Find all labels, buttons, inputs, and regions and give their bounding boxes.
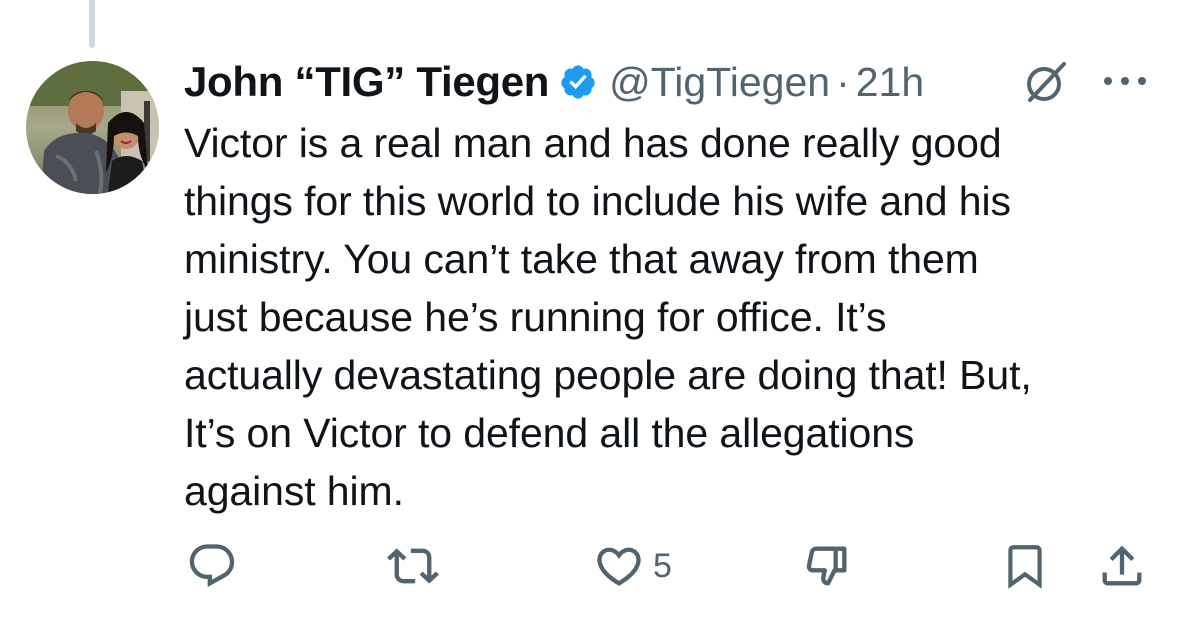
display-name[interactable]: John “TIG” Tiegen bbox=[184, 58, 549, 106]
thread-connector-line bbox=[89, 0, 95, 48]
grok-icon[interactable] bbox=[1022, 58, 1070, 106]
tweet-text: Victor is a real man and has done really… bbox=[184, 120, 1032, 514]
tweet-timestamp[interactable]: 21h bbox=[856, 59, 924, 106]
share-icon bbox=[1102, 545, 1142, 586]
share-button[interactable] bbox=[1096, 538, 1148, 594]
more-options-icon[interactable] bbox=[1100, 68, 1150, 94]
bookmark-icon bbox=[1008, 545, 1042, 589]
reply-button[interactable] bbox=[186, 538, 238, 594]
avatar[interactable] bbox=[26, 61, 159, 194]
retweet-icon bbox=[387, 548, 439, 584]
like-count: 5 bbox=[653, 546, 672, 585]
verified-badge-icon[interactable] bbox=[559, 63, 597, 101]
tweet-header: John “TIG” Tiegen @TigTiegen · 21h bbox=[184, 52, 924, 112]
tweet-actions-bar: 5 bbox=[0, 538, 1179, 594]
dislike-button[interactable] bbox=[800, 538, 854, 594]
reply-icon bbox=[189, 544, 235, 588]
separator-dot: · bbox=[836, 58, 850, 105]
heart-icon bbox=[597, 547, 641, 586]
avatar-photo bbox=[26, 61, 159, 194]
retweet-button[interactable] bbox=[385, 538, 441, 594]
thumbs-down-icon bbox=[806, 546, 847, 586]
user-handle[interactable]: @TigTiegen bbox=[609, 59, 830, 106]
bookmark-button[interactable] bbox=[1000, 538, 1050, 594]
tweet: John “TIG” Tiegen @TigTiegen · 21h Victo… bbox=[0, 0, 1179, 620]
like-button[interactable]: 5 bbox=[593, 538, 672, 594]
